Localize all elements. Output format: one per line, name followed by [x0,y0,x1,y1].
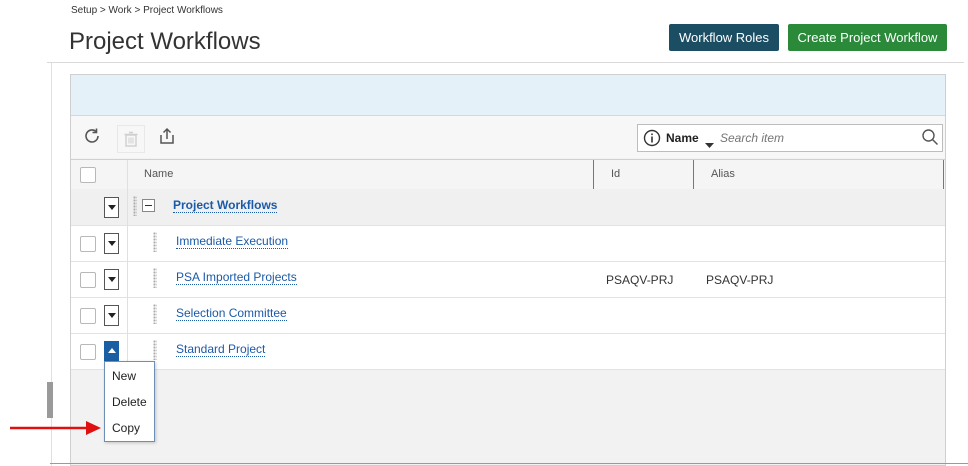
column-separator [127,160,128,189]
column-separator [127,189,128,225]
column-header-name[interactable]: Name [144,168,173,180]
drag-handle[interactable] [153,232,157,252]
filter-band [71,75,945,116]
row-menu-button[interactable] [104,341,119,362]
chevron-down-icon[interactable] [705,136,714,154]
column-header-id[interactable]: Id [611,168,620,180]
column-separator [127,226,128,261]
collapse-icon[interactable] [142,199,155,212]
info-icon[interactable] [643,129,661,152]
menu-item-delete[interactable]: Delete [112,395,147,409]
page-bottom-border [50,463,968,464]
table-row[interactable]: Immediate Execution [71,226,945,262]
column-header-alias[interactable]: Alias [711,168,735,180]
table-row[interactable]: Standard Project [71,334,945,370]
row-name-link[interactable]: Immediate Execution [176,234,289,249]
trash-icon[interactable] [117,125,145,153]
page-title: Project Workflows [69,28,261,55]
row-checkbox[interactable] [80,344,96,360]
menu-item-new[interactable]: New [112,369,136,383]
grid-header: Name Id Alias [71,159,945,190]
drag-handle[interactable] [133,196,137,216]
arrow-annotation-icon [10,419,102,442]
column-resize-handle[interactable] [943,160,944,189]
row-name-link[interactable]: Standard Project [176,342,266,357]
column-separator [127,298,128,333]
header-divider [47,62,964,63]
search-field-selector[interactable]: Name [666,131,699,145]
menu-item-copy[interactable]: Copy [112,421,140,435]
search-icon[interactable] [921,128,939,151]
create-project-workflow-button[interactable]: Create Project Workflow [788,24,947,51]
row-menu-button[interactable] [104,269,119,290]
export-icon[interactable] [156,126,178,148]
row-checkbox[interactable] [80,272,96,288]
row-name-link[interactable]: Selection Committee [176,306,287,321]
drag-handle[interactable] [153,268,157,288]
drag-handle[interactable] [153,304,157,324]
row-name-link[interactable]: Project Workflows [173,198,278,213]
column-separator [127,262,128,297]
refresh-icon[interactable] [81,126,103,148]
table-row[interactable]: Project Workflows [71,189,945,226]
row-name-link[interactable]: PSA Imported Projects [176,270,297,285]
row-id: PSAQV-PRJ [606,273,674,287]
search-box[interactable]: Name [637,124,943,152]
side-panel-handle[interactable] [47,382,53,418]
row-menu-button[interactable] [104,233,119,254]
row-menu-button[interactable] [104,305,119,326]
row-checkbox[interactable] [80,236,96,252]
row-checkbox[interactable] [80,308,96,324]
workflow-roles-button[interactable]: Workflow Roles [669,24,779,51]
table-row[interactable]: PSA Imported Projects PSAQV-PRJ PSAQV-PR… [71,262,945,298]
table-row[interactable]: Selection Committee [71,298,945,334]
row-menu-button[interactable] [104,197,119,218]
select-all-checkbox[interactable] [80,167,96,183]
row-alias: PSAQV-PRJ [706,273,774,287]
breadcrumb[interactable]: Setup > Work > Project Workflows [71,5,223,16]
column-resize-handle[interactable] [693,160,694,189]
column-resize-handle[interactable] [593,160,594,189]
drag-handle[interactable] [153,340,157,360]
search-input[interactable] [718,128,912,148]
row-context-menu: New Delete Copy [104,361,155,442]
